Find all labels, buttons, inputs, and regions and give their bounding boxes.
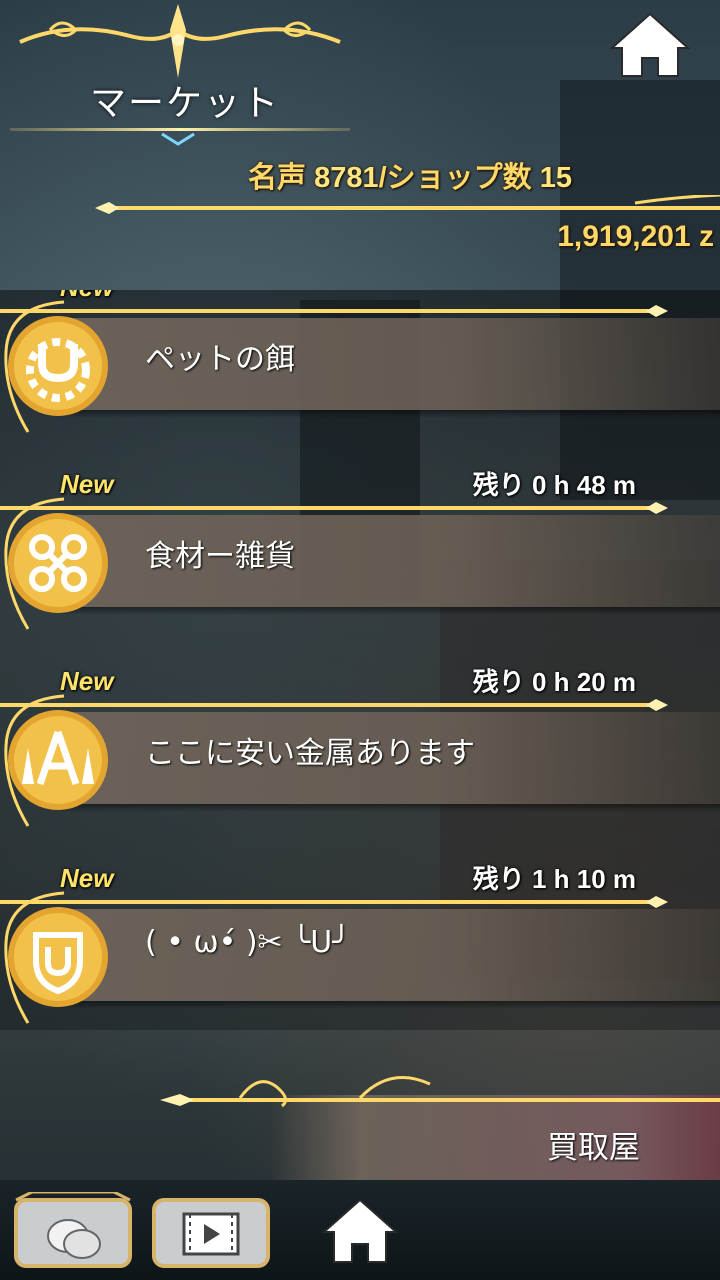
home-nav-icon[interactable] (320, 1196, 400, 1266)
header: マーケット 名声 8781/ショップ数 15 1,919,201 z (0, 0, 720, 290)
horseshoe-gear-icon (8, 316, 108, 416)
buyer-label: 買取屋 (547, 1130, 640, 1166)
fame-label: 名声 (248, 162, 307, 194)
panel-shadow (60, 1001, 720, 1009)
fame-value: 8781 (314, 162, 379, 194)
shop-row-emoticon[interactable]: New 残り 1 h 10 m ( • ω•́ )✂ ╰U╯ (0, 863, 720, 1030)
fame-shop-count: 名声 8781/ショップ数 15 (248, 154, 572, 196)
shop-name: 食材ー雑貨 (145, 539, 295, 574)
anvil-crest-icon (8, 710, 108, 810)
shop-row-food-goods[interactable]: New 残り 0 h 48 m 食材ー雑貨 (0, 469, 720, 666)
bottom-nav (0, 1180, 720, 1280)
panel-shadow (60, 804, 720, 812)
panel-shadow (60, 410, 720, 418)
shop-name: ( • ω•́ )✂ ╰U╯ (145, 925, 351, 960)
header-divider (95, 195, 720, 214)
shop-list[interactable]: New ペットの餌 New 残り 0 h 48 m (0, 290, 720, 1030)
coins-icon[interactable] (12, 1192, 134, 1274)
ornament-knot-icon (8, 513, 108, 613)
money-display: 1,919,201 z (557, 220, 714, 253)
shop-row-cheap-metal[interactable]: New 残り 0 h 20 m ここに安い金属あります (0, 666, 720, 863)
shop-name: ペットの餌 (145, 342, 295, 377)
shop-name: ここに安い金属あります (145, 736, 475, 771)
page-title: マーケット (90, 83, 281, 124)
buyer-ornament (160, 1076, 720, 1108)
home-icon[interactable] (608, 10, 692, 80)
shop-row-pet-food[interactable]: New ペットの餌 (0, 290, 720, 469)
shop-count-value: 15 (539, 162, 572, 194)
panel-shadow (60, 607, 720, 615)
shield-horseshoe-icon (8, 907, 108, 1007)
shop-count-label: /ショップ数 (378, 162, 532, 194)
buyer-shop-button[interactable]: 買取屋 (0, 1050, 720, 1180)
video-icon[interactable] (150, 1192, 272, 1274)
